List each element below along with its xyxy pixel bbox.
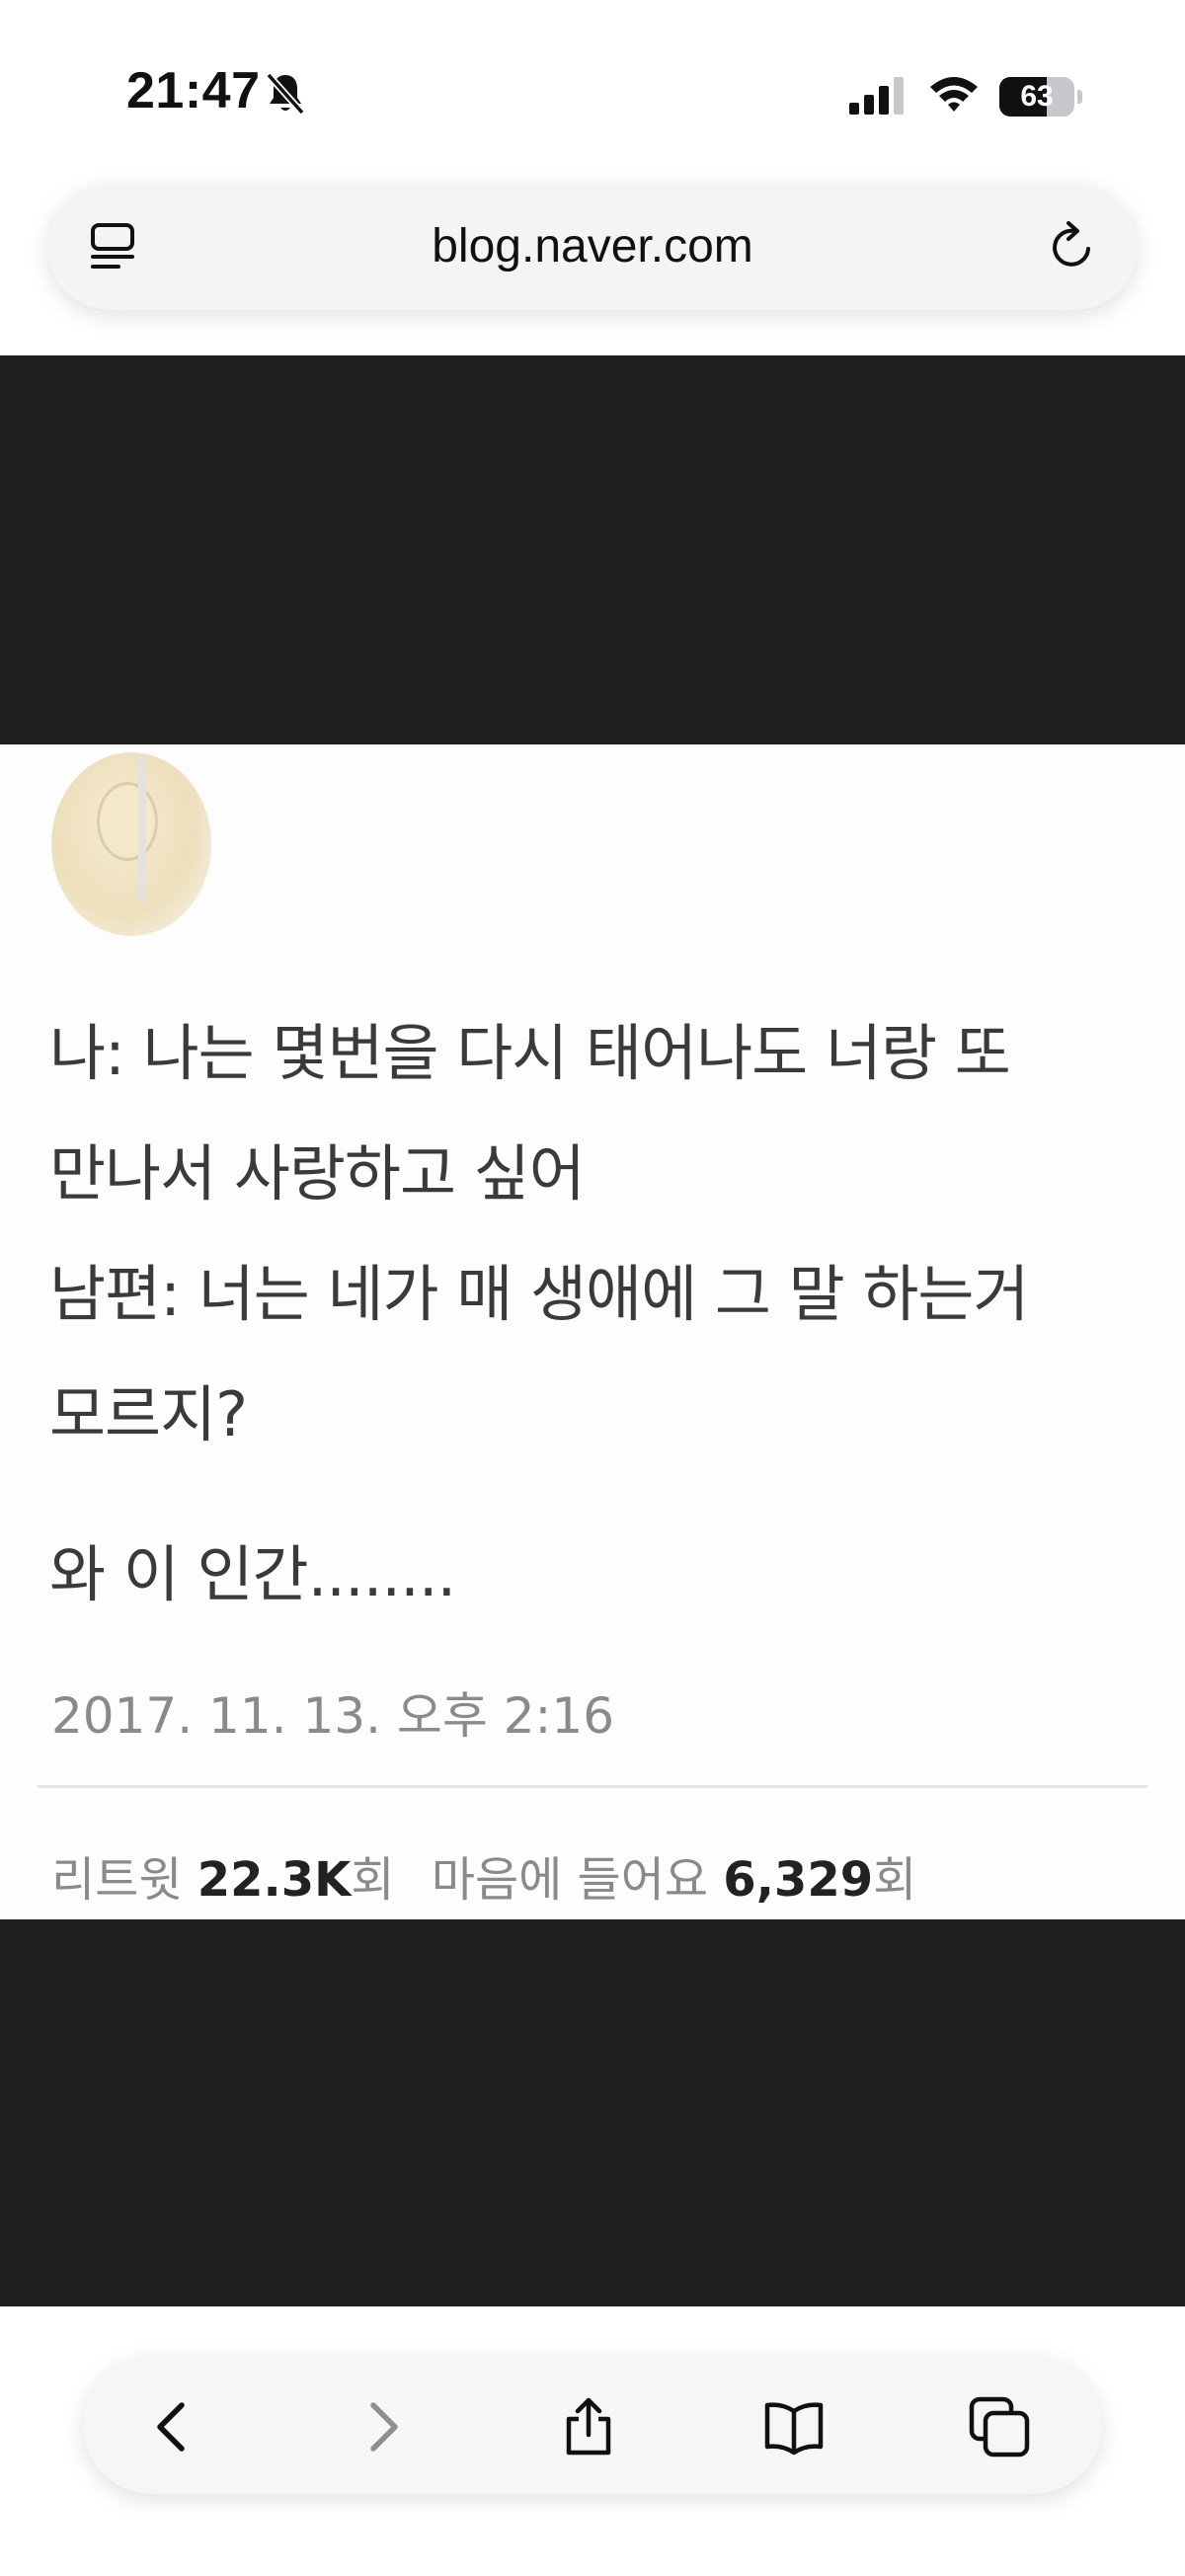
bookmarks-icon[interactable] [762,2395,826,2459]
avatar [51,752,211,936]
status-bar: 21:47 63 [0,0,1185,168]
wifi-icon [930,77,978,112]
like-count: 6,329 [723,1852,874,1908]
tweet-screenshot: 나: 나는 몇번을 다시 태어나도 너랑 또 만나서 사랑하고 싶어 남편: 너… [0,744,1185,1919]
address-bar[interactable]: blog.naver.com [47,184,1138,310]
browser-toolbar [83,2356,1102,2494]
retweet-unit: 회 [351,1852,395,1908]
battery-body: 63 [999,77,1074,117]
status-time: 21:47 [126,62,261,119]
tweet-text-line: 만나서 사랑하고 싶어 [49,1137,586,1210]
cellular-signal-icon [849,77,904,115]
battery-icon: 63 [999,77,1082,117]
image-dark-top-band [0,355,1185,744]
reload-icon[interactable] [1045,219,1100,274]
share-icon[interactable] [557,2395,620,2459]
reader-mode-icon[interactable] [87,219,142,274]
tweet-text-line: 남편: 너는 네가 매 생애에 그 말 하는거 [49,1258,1029,1330]
battery-tip [1077,90,1082,104]
bell-slash-icon [266,72,305,116]
forward-icon[interactable] [350,2395,413,2459]
tweet-text-line: 모르지? [49,1378,248,1450]
tabs-icon[interactable] [968,2395,1031,2459]
back-icon[interactable] [142,2395,205,2459]
battery-level: 63 [1020,80,1054,113]
tweet-date: 2017. 11. 13. 오후 2:16 [51,1687,615,1745]
toolbar-area [0,2306,1185,2576]
avatar-frame-line [138,754,146,902]
tweet-text-line: 와 이 인간........ [49,1538,456,1610]
tweet-stats: 리트윗 22.3K회 마음에 들어요 6,329회 [51,1840,916,1910]
retweet-count: 22.3K [197,1852,352,1908]
tweet-text-line: 나: 나는 몇번을 다시 태어나도 너랑 또 [49,1017,1011,1089]
url-text[interactable]: blog.naver.com [196,184,989,310]
like-unit: 회 [873,1852,917,1908]
image-dark-bottom-band [0,1919,1185,2306]
avatar-face [97,782,158,861]
divider [38,1785,1147,1788]
retweet-label: 리트윗 [51,1852,183,1908]
like-label: 마음에 들어요 [431,1852,709,1908]
